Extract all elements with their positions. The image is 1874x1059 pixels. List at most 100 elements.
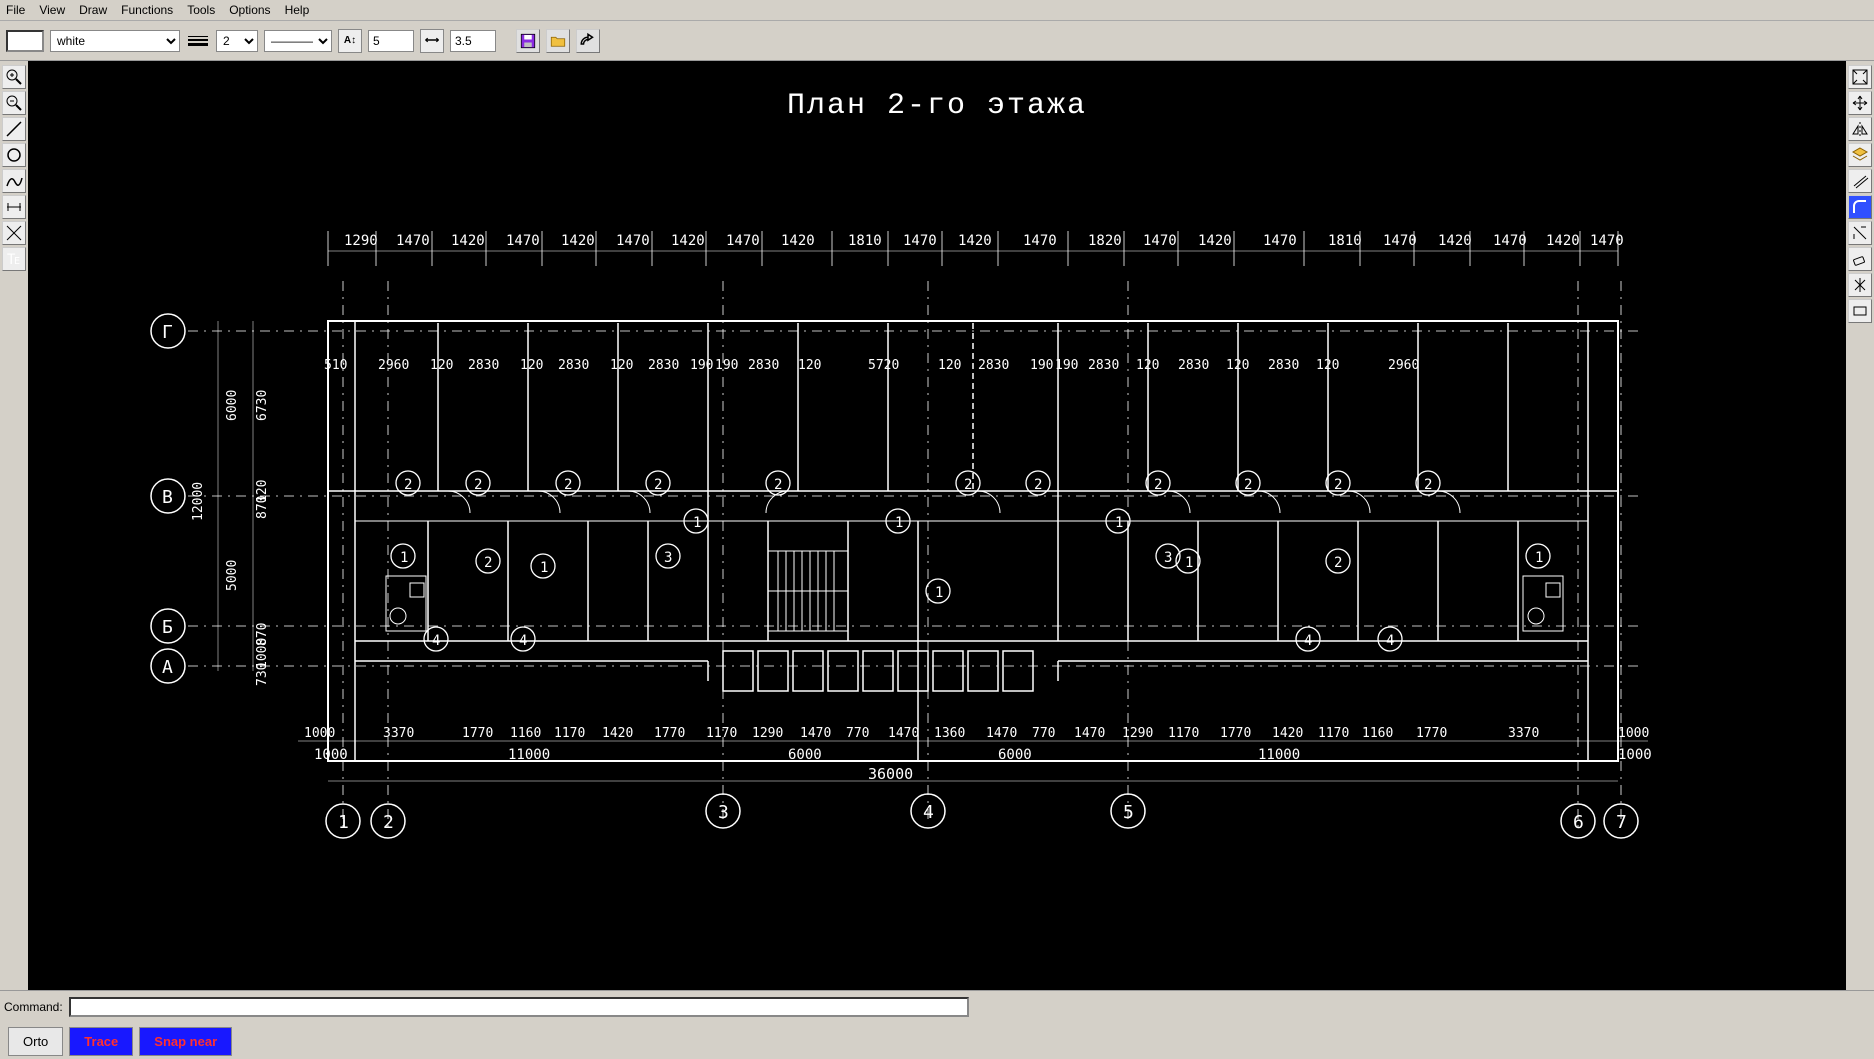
svg-text:2830: 2830 [648, 358, 679, 373]
svg-text:1420: 1420 [602, 726, 633, 741]
undo-icon[interactable] [576, 29, 600, 53]
line-icon[interactable] [2, 117, 26, 141]
svg-text:6000: 6000 [788, 747, 822, 763]
svg-text:1170: 1170 [706, 726, 737, 741]
svg-text:5: 5 [1123, 802, 1134, 823]
command-input[interactable] [69, 997, 969, 1017]
menu-help[interactable]: Help [285, 3, 310, 17]
fullextent-icon[interactable] [1848, 65, 1872, 89]
svg-text:2: 2 [1334, 555, 1342, 571]
trim2-icon[interactable] [1848, 221, 1872, 245]
svg-text:11000: 11000 [508, 747, 550, 763]
save-icon[interactable] [516, 29, 540, 53]
svg-text:1170: 1170 [554, 726, 585, 741]
dimension-icon[interactable] [2, 195, 26, 219]
svg-text:3370: 3370 [383, 726, 414, 741]
svg-text:2: 2 [383, 812, 394, 833]
svg-text:1000: 1000 [1618, 726, 1649, 741]
svg-text:4: 4 [1386, 633, 1394, 649]
menu-view[interactable]: View [39, 3, 65, 17]
svg-text:1: 1 [1115, 515, 1123, 531]
svg-text:12000: 12000 [191, 482, 206, 521]
open-icon[interactable] [546, 29, 570, 53]
svg-text:1290: 1290 [1122, 726, 1153, 741]
svg-text:1420: 1420 [451, 233, 485, 249]
text-height-icon[interactable]: A↕ [338, 29, 362, 53]
svg-text:1: 1 [1185, 555, 1193, 571]
svg-text:Б: Б [162, 617, 173, 638]
svg-text:1470: 1470 [1590, 233, 1624, 249]
svg-text:2: 2 [404, 477, 412, 493]
menu-tools[interactable]: Tools [187, 3, 215, 17]
circle-icon[interactable] [2, 143, 26, 167]
rect-icon[interactable] [1848, 299, 1872, 323]
svg-text:2: 2 [1154, 477, 1162, 493]
svg-text:1420: 1420 [1272, 726, 1303, 741]
svg-text:770: 770 [846, 726, 869, 741]
current-color-swatch[interactable] [6, 30, 44, 52]
spline-icon[interactable] [2, 169, 26, 193]
menu-draw[interactable]: Draw [79, 3, 107, 17]
svg-text:2: 2 [654, 477, 662, 493]
svg-text:190: 190 [690, 358, 713, 373]
fillet-icon[interactable] [1848, 195, 1872, 219]
svg-text:1: 1 [338, 812, 349, 833]
svg-text:3: 3 [664, 550, 672, 566]
svg-text:1470: 1470 [726, 233, 760, 249]
svg-text:1770: 1770 [1220, 726, 1251, 741]
svg-text:870: 870 [255, 496, 270, 519]
svg-text:E: E [14, 256, 20, 267]
svg-text:2830: 2830 [1088, 358, 1119, 373]
svg-text:3: 3 [1164, 550, 1172, 566]
drawing-title: План 2-го этажа [787, 89, 1087, 123]
svg-text:120: 120 [520, 358, 543, 373]
orto-toggle[interactable]: Orto [8, 1027, 63, 1056]
drawing-canvas[interactable]: План 2-го этажа [28, 61, 1846, 990]
offset-icon[interactable] [1848, 169, 1872, 193]
main-area: TE План 2-го этажа [0, 61, 1874, 990]
svg-text:2: 2 [1244, 477, 1252, 493]
zoom-in-icon[interactable] [2, 65, 26, 89]
snap-toggle[interactable]: Snap near [139, 1027, 232, 1056]
svg-text:1: 1 [895, 515, 903, 531]
svg-text:5720: 5720 [868, 358, 899, 373]
text-height-input[interactable] [368, 30, 414, 52]
lineweight-select[interactable]: 2 [216, 30, 258, 52]
svg-text:120: 120 [430, 358, 453, 373]
explode-icon[interactable] [1848, 273, 1872, 297]
svg-text:3370: 3370 [1508, 726, 1539, 741]
svg-text:1420: 1420 [671, 233, 705, 249]
svg-text:510: 510 [324, 358, 347, 373]
svg-text:А: А [162, 657, 173, 678]
svg-text:1470: 1470 [888, 726, 919, 741]
svg-text:1: 1 [540, 560, 548, 576]
trim-icon[interactable] [2, 221, 26, 245]
svg-text:1170: 1170 [1318, 726, 1349, 741]
svg-text:В: В [162, 487, 173, 508]
text-icon[interactable]: TE [2, 247, 26, 271]
color-select[interactable]: white [50, 30, 180, 52]
menu-options[interactable]: Options [229, 3, 270, 17]
svg-text:1470: 1470 [506, 233, 540, 249]
floorplan-drawing: 1290 1470 1420 1470 1420 1470 1420 1470 … [128, 221, 1698, 961]
erase-icon[interactable] [1848, 247, 1872, 271]
zoom-out-icon[interactable] [2, 91, 26, 115]
linetype-select[interactable]: ———— [264, 30, 332, 52]
svg-text:1470: 1470 [1263, 233, 1297, 249]
mirror-icon[interactable] [1848, 117, 1872, 141]
dimspacing-input[interactable] [450, 30, 496, 52]
svg-text:120: 120 [938, 358, 961, 373]
menu-file[interactable]: File [6, 3, 25, 17]
svg-text:1: 1 [1535, 550, 1543, 566]
svg-text:Г: Г [162, 322, 173, 343]
dimspacing-icon[interactable]: ⟷ [420, 29, 444, 53]
layers-icon[interactable] [1848, 143, 1872, 167]
svg-text:1470: 1470 [1383, 233, 1417, 249]
trace-toggle[interactable]: Trace [69, 1027, 133, 1056]
svg-text:2: 2 [964, 477, 972, 493]
menu-functions[interactable]: Functions [121, 3, 173, 17]
svg-text:4: 4 [1304, 633, 1312, 649]
svg-text:2: 2 [1334, 477, 1342, 493]
svg-text:1: 1 [693, 515, 701, 531]
move-icon[interactable] [1848, 91, 1872, 115]
